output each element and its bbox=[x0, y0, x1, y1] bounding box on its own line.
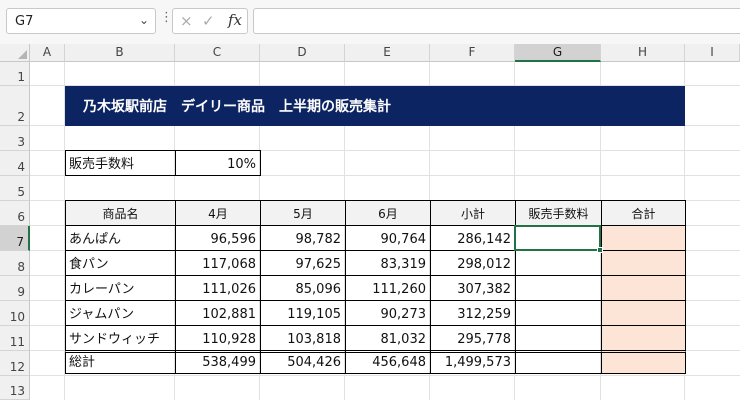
row-header-9[interactable]: 9 bbox=[0, 276, 30, 301]
select-all-corner[interactable] bbox=[0, 44, 30, 62]
value-cell[interactable]: 81,032 bbox=[345, 325, 431, 351]
value-cell[interactable]: 90,273 bbox=[345, 300, 431, 326]
formula-input[interactable] bbox=[253, 8, 740, 34]
header-may[interactable]: 5月 bbox=[260, 200, 346, 226]
row-header-1[interactable]: 1 bbox=[0, 62, 30, 86]
total-cell[interactable] bbox=[601, 275, 686, 301]
total-cell[interactable] bbox=[601, 300, 686, 326]
grand-total-commission[interactable] bbox=[515, 350, 602, 374]
row-header-2[interactable]: 2 bbox=[0, 86, 30, 126]
header-june[interactable]: 6月 bbox=[345, 200, 431, 226]
grand-total-label[interactable]: 総計 bbox=[65, 350, 176, 374]
row-header-10[interactable]: 10 bbox=[0, 301, 30, 326]
chevron-down-icon[interactable]: ⌄ bbox=[139, 13, 149, 27]
cancel-icon[interactable]: × bbox=[180, 12, 193, 30]
column-header-h[interactable]: H bbox=[601, 44, 685, 62]
column-header-e[interactable]: E bbox=[345, 44, 430, 62]
insert-function-icon[interactable]: fx bbox=[228, 11, 242, 29]
total-cell[interactable] bbox=[601, 325, 686, 351]
grand-total-sum[interactable] bbox=[601, 350, 686, 374]
selection-outline bbox=[514, 225, 601, 251]
column-header-c[interactable]: C bbox=[175, 44, 260, 62]
product-cell[interactable]: 食パン bbox=[65, 250, 176, 276]
commission-cell[interactable] bbox=[515, 250, 602, 276]
fill-handle[interactable] bbox=[597, 247, 603, 253]
subtotal-cell[interactable]: 298,012 bbox=[430, 250, 516, 276]
column-header-g[interactable]: G bbox=[515, 44, 601, 62]
row-header-11[interactable]: 11 bbox=[0, 326, 30, 351]
gridline bbox=[30, 375, 740, 376]
column-header-d[interactable]: D bbox=[260, 44, 345, 62]
commission-rate-cell[interactable]: 10% bbox=[175, 150, 261, 176]
value-cell[interactable]: 119,105 bbox=[260, 300, 346, 326]
value-cell[interactable]: 102,881 bbox=[175, 300, 261, 326]
name-box[interactable]: G7 ⌄ bbox=[6, 8, 156, 34]
product-cell[interactable]: ジャムパン bbox=[65, 300, 176, 326]
formula-buttons: × ✓ fx bbox=[172, 8, 248, 34]
value-cell[interactable]: 117,068 bbox=[175, 250, 261, 276]
product-cell[interactable]: サンドウィッチ bbox=[65, 325, 176, 351]
column-header-b[interactable]: B bbox=[65, 44, 175, 62]
commission-cell[interactable] bbox=[515, 275, 602, 301]
header-total[interactable]: 合計 bbox=[601, 200, 686, 226]
name-box-value: G7 bbox=[15, 14, 34, 29]
value-cell[interactable]: 97,625 bbox=[260, 250, 346, 276]
header-april[interactable]: 4月 bbox=[175, 200, 261, 226]
value-cell[interactable]: 85,096 bbox=[260, 275, 346, 301]
column-header-f[interactable]: F bbox=[430, 44, 515, 62]
grand-total-cell[interactable]: 456,648 bbox=[345, 350, 431, 374]
commission-label-cell[interactable]: 販売手数料 bbox=[65, 150, 176, 176]
title-banner[interactable]: 乃木坂駅前店 デイリー商品 上半期の販売集計 bbox=[65, 86, 685, 126]
value-cell[interactable]: 98,782 bbox=[260, 225, 346, 251]
value-cell[interactable]: 83,319 bbox=[345, 250, 431, 276]
total-cell[interactable] bbox=[601, 225, 686, 251]
commission-cell[interactable] bbox=[515, 300, 602, 326]
subtotal-cell[interactable]: 307,382 bbox=[430, 275, 516, 301]
sheet-title: 乃木坂駅前店 デイリー商品 上半期の販売集計 bbox=[83, 99, 391, 115]
row-header-5[interactable]: 5 bbox=[0, 176, 30, 201]
grand-total-cell[interactable]: 1,499,573 bbox=[430, 350, 516, 374]
value-cell[interactable]: 111,026 bbox=[175, 275, 261, 301]
confirm-icon[interactable]: ✓ bbox=[202, 12, 215, 30]
value-cell[interactable]: 90,764 bbox=[345, 225, 431, 251]
value-cell[interactable]: 110,928 bbox=[175, 325, 261, 351]
commission-cell[interactable] bbox=[515, 325, 602, 351]
header-subtotal[interactable]: 小計 bbox=[430, 200, 516, 226]
header-commission[interactable]: 販売手数料 bbox=[515, 200, 602, 226]
column-header-a[interactable]: A bbox=[30, 44, 65, 62]
product-cell[interactable]: あんぱん bbox=[65, 225, 176, 251]
row-header-12[interactable]: 12 bbox=[0, 351, 30, 376]
value-cell[interactable]: 111,260 bbox=[345, 275, 431, 301]
header-product[interactable]: 商品名 bbox=[65, 200, 176, 226]
grand-total-cell[interactable]: 538,499 bbox=[175, 350, 261, 374]
subtotal-cell[interactable]: 286,142 bbox=[430, 225, 516, 251]
value-cell[interactable]: 96,596 bbox=[175, 225, 261, 251]
row-header-8[interactable]: 8 bbox=[0, 251, 30, 276]
product-cell[interactable]: カレーパン bbox=[65, 275, 176, 301]
grand-total-cell[interactable]: 504,426 bbox=[260, 350, 346, 374]
total-cell[interactable] bbox=[601, 250, 686, 276]
row-header-7[interactable]: 7 bbox=[0, 226, 30, 251]
row-header-6[interactable]: 6 bbox=[0, 201, 30, 226]
row-header-13[interactable]: 13 bbox=[0, 376, 30, 400]
subtotal-cell[interactable]: 295,778 bbox=[430, 325, 516, 351]
row-header-3[interactable]: 3 bbox=[0, 126, 30, 151]
value-cell[interactable]: 103,818 bbox=[260, 325, 346, 351]
column-header-i[interactable]: I bbox=[685, 44, 740, 62]
subtotal-cell[interactable]: 312,259 bbox=[430, 300, 516, 326]
row-header-4[interactable]: 4 bbox=[0, 151, 30, 176]
